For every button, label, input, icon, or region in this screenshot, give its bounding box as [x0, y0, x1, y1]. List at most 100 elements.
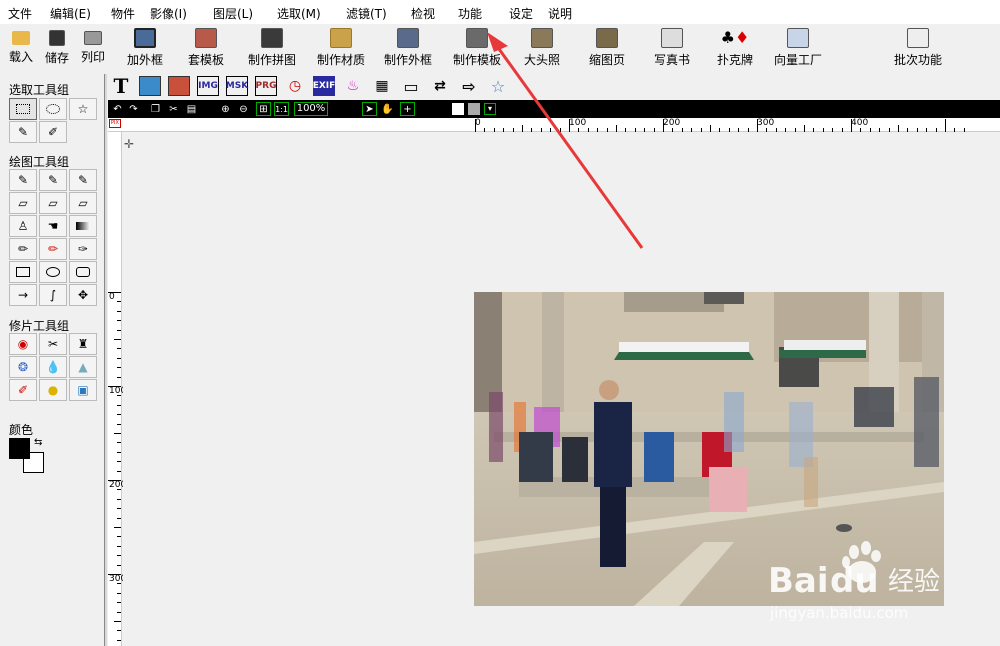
id-photo-button[interactable]: 大头照	[519, 28, 565, 68]
rectangle-tool[interactable]	[9, 261, 37, 283]
color-title: 颜色	[9, 423, 34, 437]
add-frame-button[interactable]: 加外框	[122, 28, 168, 68]
menu-view[interactable]: 检视	[411, 5, 435, 22]
photo-object-button[interactable]	[168, 76, 190, 96]
smudge-tool[interactable]: ▱	[39, 192, 67, 214]
menu-filter[interactable]: 滤镜(T)	[346, 5, 387, 22]
prg-button[interactable]: PRG	[255, 76, 277, 96]
ruler-tick	[841, 128, 843, 132]
playing-cards-button[interactable]: ♣♦ 扑克牌	[712, 28, 758, 68]
eraser-tool[interactable]: ▱	[9, 192, 37, 214]
collage-button[interactable]: 制作拼图	[244, 28, 300, 68]
folder-open-icon	[12, 31, 30, 45]
foreground-color-swatch[interactable]	[9, 438, 30, 459]
bg-dropdown[interactable]: ▾	[484, 103, 496, 115]
line-tool[interactable]: →	[9, 284, 37, 306]
material-button[interactable]: 制作材质	[313, 28, 369, 68]
bg-gray-swatch[interactable]	[468, 103, 480, 115]
pointer-button[interactable]: ➤	[362, 102, 377, 116]
swap-colors-icon[interactable]: ⇆	[34, 437, 42, 448]
redo-button[interactable]: ↷	[126, 102, 141, 116]
thumbnail-page-button[interactable]: 缩图页	[584, 28, 630, 68]
ruler-tick	[117, 310, 121, 312]
speech-bubble-button[interactable]: ▭	[400, 76, 422, 96]
star-shape-button[interactable]: ☆	[487, 76, 509, 96]
ellipse-select-tool[interactable]	[39, 98, 67, 120]
fit-window-button[interactable]: ⊞	[256, 102, 271, 116]
menu-file[interactable]: 文件	[8, 5, 32, 22]
stamp-tool[interactable]: ♙	[9, 215, 37, 237]
template-button[interactable]: 套模板	[183, 28, 229, 68]
lasso-select-tool[interactable]: ☆	[69, 98, 97, 120]
double-arrow-button[interactable]: ⇄	[429, 76, 451, 96]
menu-object[interactable]: 物件	[111, 5, 135, 22]
smear-tool[interactable]: ✐	[9, 379, 37, 401]
menu-settings[interactable]: 设定	[509, 5, 533, 22]
pattern-brush-tool[interactable]: ✎	[69, 169, 97, 191]
eyedropper-tool[interactable]: ✑	[69, 238, 97, 260]
arrow-shape-button[interactable]: ⇨	[458, 76, 480, 96]
pencil-tool[interactable]: ✏	[9, 238, 37, 260]
copy-button[interactable]: ❐	[148, 102, 163, 116]
menu-edit[interactable]: 编辑(E)	[50, 5, 91, 22]
select-brush-tool[interactable]: ✐	[39, 121, 67, 143]
img-button[interactable]: IMG	[197, 76, 219, 96]
ruler-tick	[117, 489, 121, 491]
rect-select-tool[interactable]	[9, 98, 37, 120]
hand-button[interactable]: ✋	[380, 102, 395, 116]
menu-function[interactable]: 功能	[458, 5, 482, 22]
round-rect-tool[interactable]	[69, 261, 97, 283]
menu-layer[interactable]: 图层(L)	[213, 5, 253, 22]
zoom-out-button[interactable]: ⊖	[236, 102, 251, 116]
zoom-level[interactable]: 100%	[294, 102, 328, 116]
menu-help[interactable]: 说明	[548, 5, 572, 22]
spray-tool[interactable]: ✎	[39, 169, 67, 191]
msk-button[interactable]: MSK	[226, 76, 248, 96]
brush-tool[interactable]: ✎	[9, 169, 37, 191]
star-icon: ☆	[490, 76, 506, 96]
ellipse-tool[interactable]	[39, 261, 67, 283]
actual-size-button[interactable]: 1:1	[274, 102, 289, 116]
make-frame-button[interactable]: 制作外框	[380, 28, 436, 68]
dodge-tool[interactable]: ❂	[9, 356, 37, 378]
magic-wand-tool[interactable]: ✎	[9, 121, 37, 143]
red-pen-tool[interactable]: ✏	[39, 238, 67, 260]
bg-white-swatch[interactable]	[452, 103, 464, 115]
add-object-button[interactable]: +	[400, 102, 415, 116]
sharpen-tool[interactable]: ▲	[69, 356, 97, 378]
make-template-button[interactable]: 制作模板	[449, 28, 505, 68]
save-button[interactable]: 储存	[42, 28, 72, 68]
lightbulb-tool[interactable]: ●	[39, 379, 67, 401]
paste-button[interactable]: ▤	[184, 102, 199, 116]
text-tool-button[interactable]: T	[110, 74, 132, 98]
baidu-watermark: Bai du 经验 jingyan.baidu.com	[768, 540, 958, 624]
undo-button[interactable]: ↶	[110, 102, 125, 116]
photobook-button[interactable]: 写真书	[649, 28, 695, 68]
cake-button[interactable]: ♨	[342, 76, 364, 96]
monitor-tool[interactable]: ▣	[69, 379, 97, 401]
red-eye-tool[interactable]: ◉	[9, 333, 37, 355]
select-brush-icon: ✐	[47, 125, 59, 139]
curve-tool[interactable]: ∫	[39, 284, 67, 306]
blur-tool[interactable]: 💧	[39, 356, 67, 378]
calendar-button[interactable]: ▦	[371, 76, 393, 96]
ruler-tick	[794, 128, 796, 132]
menu-image[interactable]: 影像(I)	[150, 5, 187, 22]
load-button[interactable]: 载入	[6, 28, 36, 68]
vector-factory-button[interactable]: 向量工厂	[770, 28, 826, 68]
bottle-tool[interactable]: ♜	[69, 333, 97, 355]
zoom-in-button[interactable]: ⊕	[218, 102, 233, 116]
print-button[interactable]: 列印	[78, 28, 108, 68]
batch-icon	[907, 28, 929, 48]
batch-function-button[interactable]: 批次功能	[890, 28, 946, 68]
fill-tool[interactable]: ☚	[39, 215, 67, 237]
move-tool[interactable]: ✥	[69, 284, 97, 306]
clock-button[interactable]: ◷	[284, 76, 306, 96]
color-eraser-tool[interactable]: ▱	[69, 192, 97, 214]
cut-button[interactable]: ✂	[166, 102, 181, 116]
image-tool-button[interactable]	[139, 76, 161, 96]
exif-button[interactable]: EXIF	[313, 76, 335, 96]
clone-tool[interactable]: ✂	[39, 333, 67, 355]
gradient-tool[interactable]	[69, 215, 97, 237]
menu-select[interactable]: 选取(M)	[277, 5, 321, 22]
